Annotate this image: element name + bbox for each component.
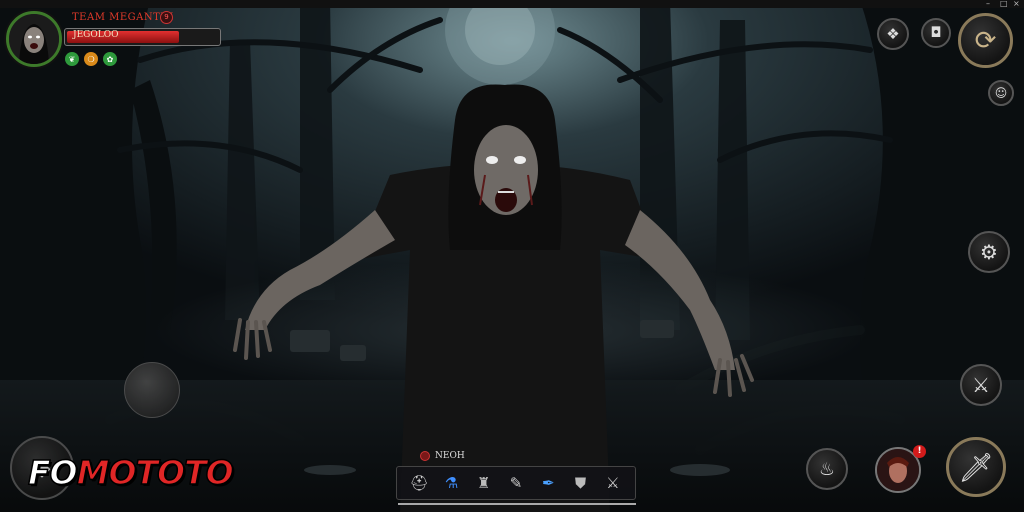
companion-portrait-icon xyxy=(877,449,919,491)
hotbar-slot-3[interactable]: ♜ xyxy=(472,471,496,495)
hotbar-header: NEOH xyxy=(420,451,465,461)
close-icon[interactable]: × xyxy=(1013,0,1020,8)
skill-button[interactable]: ⚙ xyxy=(968,231,1010,273)
minimize-icon[interactable]: – xyxy=(986,0,990,8)
hotbar-slot-6[interactable]: ⛊ xyxy=(569,471,593,495)
logo-part-1: FO xyxy=(27,453,78,492)
gem-icon xyxy=(420,451,430,461)
crossed-swords-icon: ⚔ xyxy=(606,474,620,492)
helmet-icon: ⛑ xyxy=(409,474,429,492)
avatar-portrait-icon xyxy=(9,14,59,64)
health-bar-text: JEGOLOO xyxy=(73,30,119,40)
potion-blue-icon: ⚗ xyxy=(444,474,459,492)
hotbar-slot-1[interactable]: ⛑ xyxy=(407,471,431,495)
lantern-icon: ♨ xyxy=(818,458,836,480)
user-icon: ☺ xyxy=(994,86,1008,100)
window-title-bar xyxy=(0,0,1024,8)
notification-badge: ! xyxy=(913,445,926,458)
hotbar-progress xyxy=(398,503,636,505)
settings-button[interactable]: ⟳ xyxy=(958,13,1013,68)
player-rank-badge: 9 xyxy=(160,11,173,24)
inventory-button[interactable]: ◘ xyxy=(921,18,951,48)
settings-ring-icon: ⟳ xyxy=(974,25,997,56)
dagger-icon: 🗡 xyxy=(958,450,994,484)
hotbar-slot-7[interactable]: ⚔ xyxy=(601,471,625,495)
hotbar-slot-2[interactable]: ⚗ xyxy=(439,471,463,495)
player-name: TEAM MEGANTUI xyxy=(72,12,174,23)
profile-button[interactable]: ☺ xyxy=(988,80,1014,106)
hotbar-label: NEOH xyxy=(435,451,465,461)
status-effects: ❦ ❍ ✿ xyxy=(65,52,117,66)
clover-icon: ✿ xyxy=(103,52,117,66)
logo-part-2: MOTOTO xyxy=(76,453,235,492)
health-bar: JEGOLOO xyxy=(64,28,221,46)
wrench-icon: ✎ xyxy=(509,474,523,492)
fomototo-logo: FOMOTOTO xyxy=(27,453,235,492)
leaf-icon: ❦ xyxy=(65,52,79,66)
shield-icon: ⛊ xyxy=(574,474,587,492)
item-button[interactable]: ♨ xyxy=(806,448,848,490)
armor-icon: ♜ xyxy=(476,474,491,492)
gear-icon: ⚙ xyxy=(980,240,998,264)
feather-icon: ✒ xyxy=(541,474,555,492)
movement-joystick[interactable] xyxy=(124,362,180,418)
game-scene xyxy=(0,0,1024,512)
flame-icon: ❍ xyxy=(84,52,98,66)
player-avatar[interactable] xyxy=(6,11,62,67)
primary-attack-button[interactable]: 🗡 xyxy=(946,437,1006,497)
map-button[interactable]: ❖ xyxy=(877,18,909,50)
map-icon: ❖ xyxy=(886,25,900,43)
hotbar-slot-4[interactable]: ✎ xyxy=(504,471,528,495)
hotbar: ⛑ ⚗ ♜ ✎ ✒ ⛊ ⚔ xyxy=(396,466,636,500)
hotbar-slot-5[interactable]: ✒ xyxy=(536,471,560,495)
bag-icon: ◘ xyxy=(930,25,942,41)
attack-mode-button[interactable]: ⚔ xyxy=(960,364,1002,406)
crossed-swords-icon: ⚔ xyxy=(972,373,990,397)
forest-background xyxy=(0,0,1024,512)
maximize-icon[interactable]: □ xyxy=(1000,0,1008,8)
